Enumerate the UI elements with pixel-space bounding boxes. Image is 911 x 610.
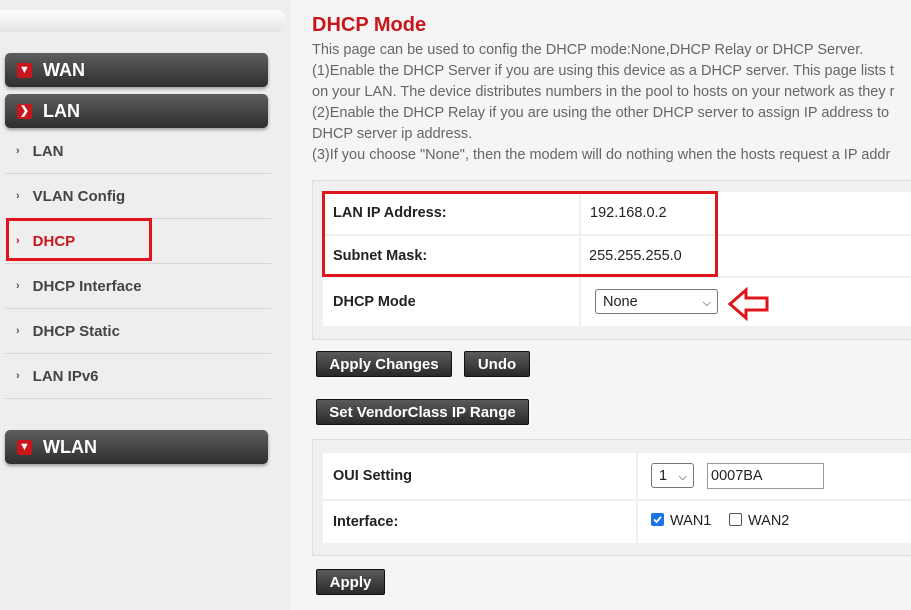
column-divider [636,453,638,499]
chevron-down-icon: ⌵ [678,470,687,483]
description-line: (1)Enable the DHCP Server if you are usi… [312,63,894,79]
oui-setting-label: OUI Setting [333,468,412,484]
sidebar-item-dhcp-interface[interactable]: › DHCP Interface [5,264,271,309]
oui-settings-panel: OUI Setting 1 ⌵ 0007BA Interface: WAN1 W… [312,439,911,556]
undo-button[interactable]: Undo [464,351,530,377]
sidebar-item-label: VLAN Config [32,187,126,205]
description-line: DHCP server ip address. [312,126,473,142]
oui-index-value: 1 [659,467,668,484]
description-line: (2)Enable the DHCP Relay if you are usin… [312,105,890,121]
oui-setting-row: OUI Setting 1 ⌵ 0007BA [323,453,911,499]
sidebar-item-label: DHCP Interface [32,277,142,295]
dhcp-highlight-box [6,218,152,261]
oui-value-input[interactable]: 0007BA [707,463,824,489]
arrow-left-icon [727,287,769,321]
dhcp-mode-row: DHCP Mode None ⌵ [323,278,911,326]
sidebar-item-lan-ipv6[interactable]: › LAN IPv6 [5,354,271,399]
wan1-checkbox[interactable] [651,513,664,526]
column-divider [579,278,581,326]
wan2-checkbox[interactable] [729,513,742,526]
menu-section-lan[interactable]: ❯ LAN [5,94,268,128]
column-divider [636,501,638,543]
chevron-right-icon: › [16,325,20,337]
menu-section-label: LAN [43,100,80,121]
dhcp-mode-select[interactable]: None ⌵ [595,289,718,314]
wan1-label: WAN1 [670,513,712,529]
description-line: (3)If you choose "None", then the modem … [312,147,891,163]
check-icon [653,516,662,524]
sidebar-top-bar [0,10,286,32]
sidebar-item-vlan-config[interactable]: › VLAN Config [5,174,271,219]
chevron-down-icon: ▼ [17,62,32,78]
menu-section-wan[interactable]: ▼ WAN [5,53,268,87]
apply-button[interactable]: Apply [316,569,385,595]
oui-index-select[interactable]: 1 ⌵ [651,463,694,488]
chevron-right-icon: › [16,280,20,292]
menu-section-wlan[interactable]: ▼ WLAN [5,430,268,464]
description-line: This page can be used to config the DHCP… [312,42,864,58]
sidebar-item-label: DHCP Static [32,322,120,340]
dhcp-mode-label: DHCP Mode [333,294,416,310]
sidebar-item-dhcp-static[interactable]: › DHCP Static [5,309,271,354]
set-vendorclass-button[interactable]: Set VendorClass IP Range [316,399,529,425]
chevron-right-icon: › [16,190,20,202]
main-content: DHCP Mode This page can be used to confi… [312,0,911,610]
chevron-right-icon: › [16,145,20,157]
interface-row: Interface: WAN1 WAN2 [323,501,911,543]
chevron-down-icon: ▼ [17,439,32,455]
oui-value-text: 0007BA [711,468,763,484]
sidebar: ▼ WAN ❯ LAN › LAN › VLAN Config › DHCP ›… [0,0,290,610]
interface-label: Interface: [333,514,399,530]
menu-section-label: WLAN [43,436,97,457]
sidebar-item-label: LAN IPv6 [32,367,99,385]
chevron-right-icon: › [16,370,20,382]
page-description: This page can be used to config the DHCP… [312,40,911,166]
apply-changes-button[interactable]: Apply Changes [316,351,452,377]
lan-ip-highlight-box [322,191,718,277]
sidebar-item-label: LAN [32,142,64,160]
page-title: DHCP Mode [312,14,427,36]
chevron-down-icon: ⌵ [702,296,711,309]
dhcp-mode-select-value: None [603,293,638,310]
wan2-label: WAN2 [748,513,790,529]
menu-section-label: WAN [43,59,85,80]
description-line: on your LAN. The device distributes numb… [312,84,895,100]
sidebar-item-lan[interactable]: › LAN [5,129,271,174]
chevron-right-icon: ❯ [17,103,32,119]
